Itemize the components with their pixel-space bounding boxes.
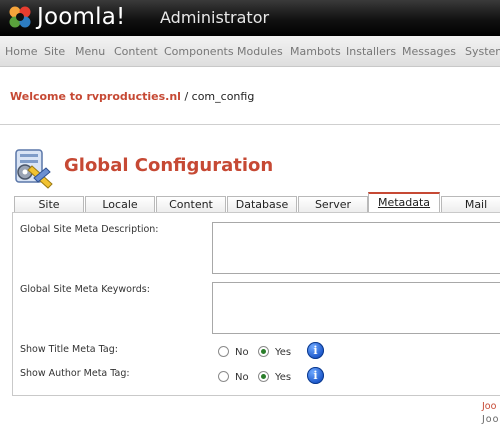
joomla-logo-icon [9, 6, 31, 28]
tab-site-label: Site [38, 198, 60, 211]
footer-text: Joo [482, 414, 500, 425]
tab-mail[interactable]: Mail [441, 196, 500, 213]
config-tools-icon [15, 149, 53, 189]
title-tag-yes-label: Yes [275, 347, 292, 358]
menu-components[interactable]: Components [164, 45, 234, 58]
meta-keywords-textarea[interactable] [212, 282, 500, 334]
tab-locale[interactable]: Locale [85, 196, 155, 213]
menu-mambots[interactable]: Mambots [290, 45, 341, 58]
meta-keywords-label: Global Site Meta Keywords: [20, 284, 150, 295]
welcome-link[interactable]: Welcome to rvproducties.nl [10, 90, 181, 103]
brand-name: Joomla! [37, 4, 126, 30]
meta-description-label: Global Site Meta Description: [20, 224, 159, 235]
author-tag-no-label: No [235, 372, 249, 383]
menu-modules[interactable]: Modules [237, 45, 283, 58]
tab-database[interactable]: Database [227, 196, 297, 213]
title-tag-no-label: No [235, 347, 249, 358]
info-icon[interactable]: i [307, 342, 324, 359]
tab-database-label: Database [235, 198, 289, 211]
menu-system[interactable]: System [465, 45, 500, 58]
author-meta-tag-label: Show Author Meta Tag: [20, 368, 130, 379]
menu-installers[interactable]: Installers [346, 45, 396, 58]
author-tag-no-radio[interactable] [218, 371, 229, 382]
tab-metadata-label: Metadata [377, 196, 431, 209]
divider [0, 124, 500, 125]
breadcrumb-path: / com_config [180, 90, 255, 103]
menu-messages[interactable]: Messages [402, 45, 456, 58]
tab-mail-label: Mail [464, 198, 488, 211]
breadcrumb: Welcome to rvproducties.nl / com_config [10, 90, 254, 103]
page-title: Global Configuration [64, 155, 274, 176]
main-menu-bar: Home Site Menu Content Components Module… [0, 36, 500, 67]
tab-site[interactable]: Site [14, 196, 84, 213]
tab-content[interactable]: Content [156, 196, 226, 213]
tab-server[interactable]: Server [298, 196, 368, 213]
footer-link[interactable]: Joo [482, 401, 496, 412]
title-tag-yes-radio[interactable] [258, 346, 269, 357]
meta-description-textarea[interactable] [212, 222, 500, 274]
tab-server-label: Server [314, 198, 352, 211]
top-header: Joomla! Administrator [0, 0, 500, 36]
tab-locale-label: Locale [102, 198, 138, 211]
tab-content-label: Content [169, 198, 213, 211]
brand-subtitle: Administrator [160, 8, 270, 27]
info-icon[interactable]: i [307, 367, 324, 384]
menu-home[interactable]: Home [5, 45, 37, 58]
title-meta-tag-label: Show Title Meta Tag: [20, 344, 118, 355]
menu-site[interactable]: Site [44, 45, 65, 58]
menu-menu[interactable]: Menu [75, 45, 105, 58]
author-tag-yes-label: Yes [275, 372, 292, 383]
author-tag-yes-radio[interactable] [258, 371, 269, 382]
title-tag-no-radio[interactable] [218, 346, 229, 357]
menu-content[interactable]: Content [114, 45, 158, 58]
